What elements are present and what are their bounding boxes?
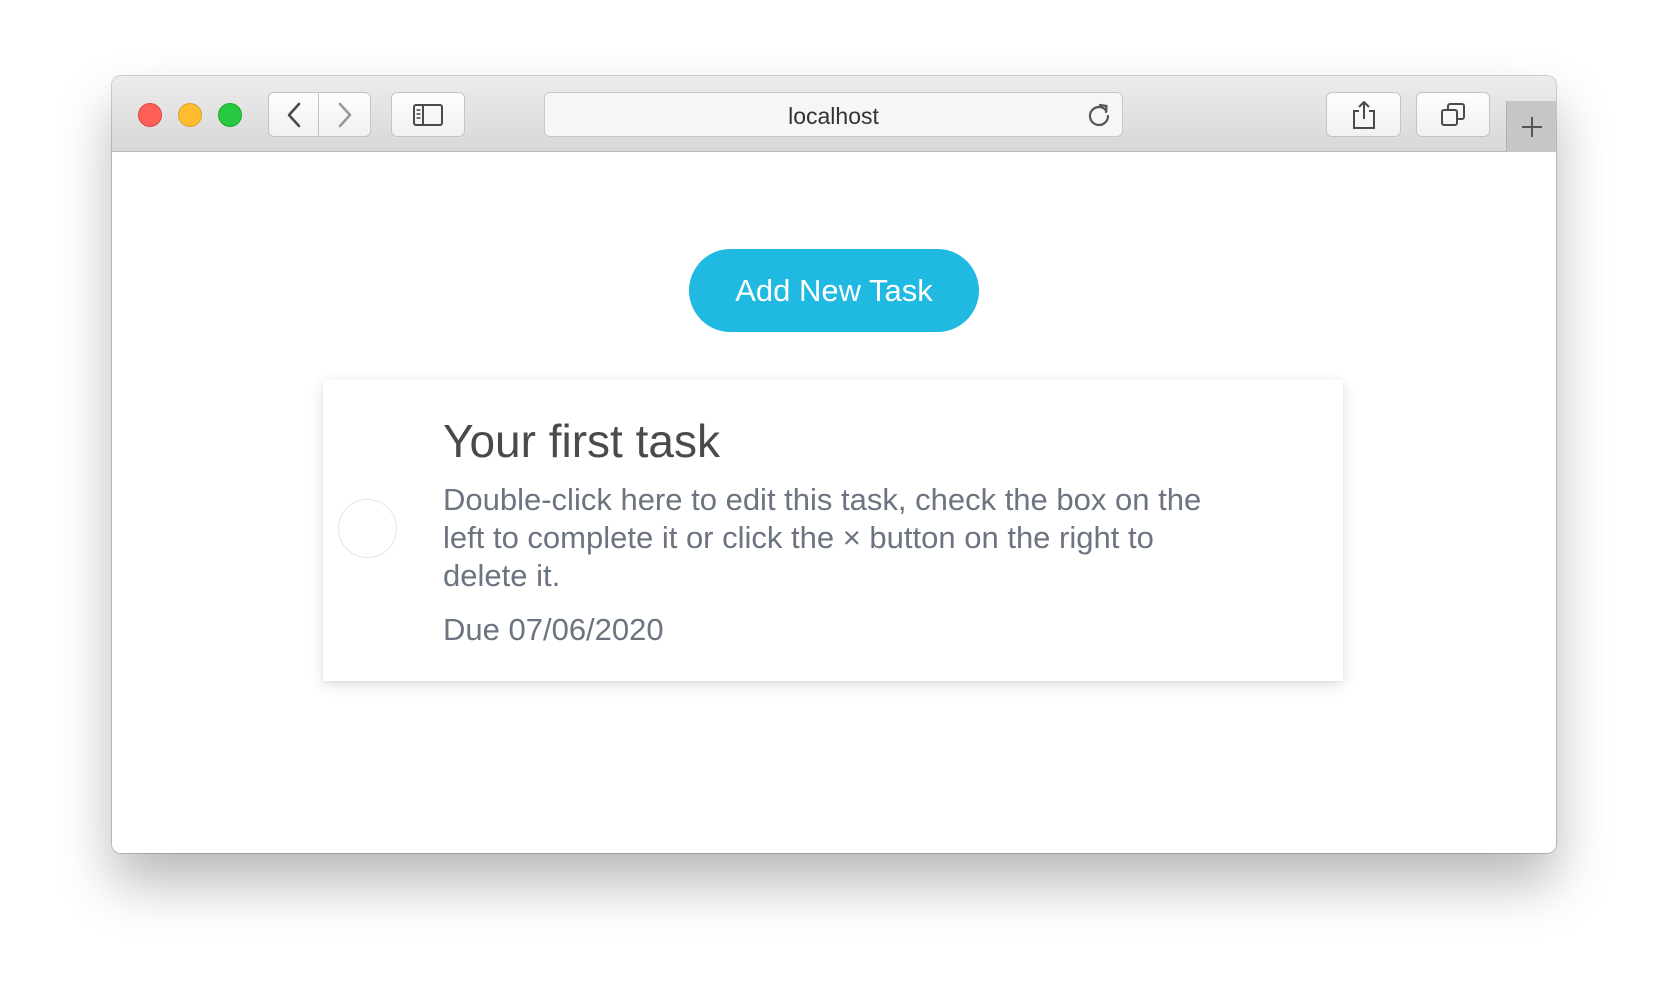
chevron-left-icon bbox=[287, 102, 300, 127]
page-content: Add New Task Your first task Double-clic… bbox=[112, 152, 1556, 853]
tabs-overview-button[interactable] bbox=[1416, 92, 1490, 137]
reload-icon[interactable] bbox=[1086, 102, 1112, 128]
address-bar[interactable]: localhost bbox=[544, 92, 1123, 137]
url-text: localhost bbox=[788, 103, 879, 129]
share-button[interactable] bbox=[1326, 92, 1401, 137]
task-due-date: Due 07/06/2020 bbox=[443, 612, 664, 647]
browser-toolbar: localhost bbox=[112, 76, 1556, 152]
task-title[interactable]: Your first task bbox=[443, 414, 720, 468]
screen: localhost Add New Task Your first task D… bbox=[0, 0, 1664, 998]
window-minimize-button[interactable] bbox=[178, 103, 202, 127]
sidebar-icon bbox=[413, 103, 443, 126]
new-tab-button[interactable] bbox=[1506, 101, 1556, 152]
chevron-right-icon bbox=[338, 102, 351, 127]
task-card[interactable]: Your first task Double-click here to edi… bbox=[323, 380, 1343, 681]
task-description[interactable]: Double-click here to edit this task, che… bbox=[443, 481, 1223, 595]
window-maximize-button[interactable] bbox=[218, 103, 242, 127]
plus-icon bbox=[1521, 116, 1542, 137]
task-complete-checkbox[interactable] bbox=[338, 499, 397, 558]
back-button[interactable] bbox=[268, 92, 319, 137]
browser-window: localhost Add New Task Your first task D… bbox=[112, 76, 1556, 853]
add-new-task-button[interactable]: Add New Task bbox=[689, 249, 979, 332]
forward-button[interactable] bbox=[319, 92, 371, 137]
navigation-buttons bbox=[268, 92, 371, 137]
share-icon bbox=[1352, 100, 1375, 129]
tabs-overview-icon bbox=[1441, 102, 1465, 126]
sidebar-button[interactable] bbox=[391, 92, 465, 137]
window-close-button[interactable] bbox=[138, 103, 162, 127]
